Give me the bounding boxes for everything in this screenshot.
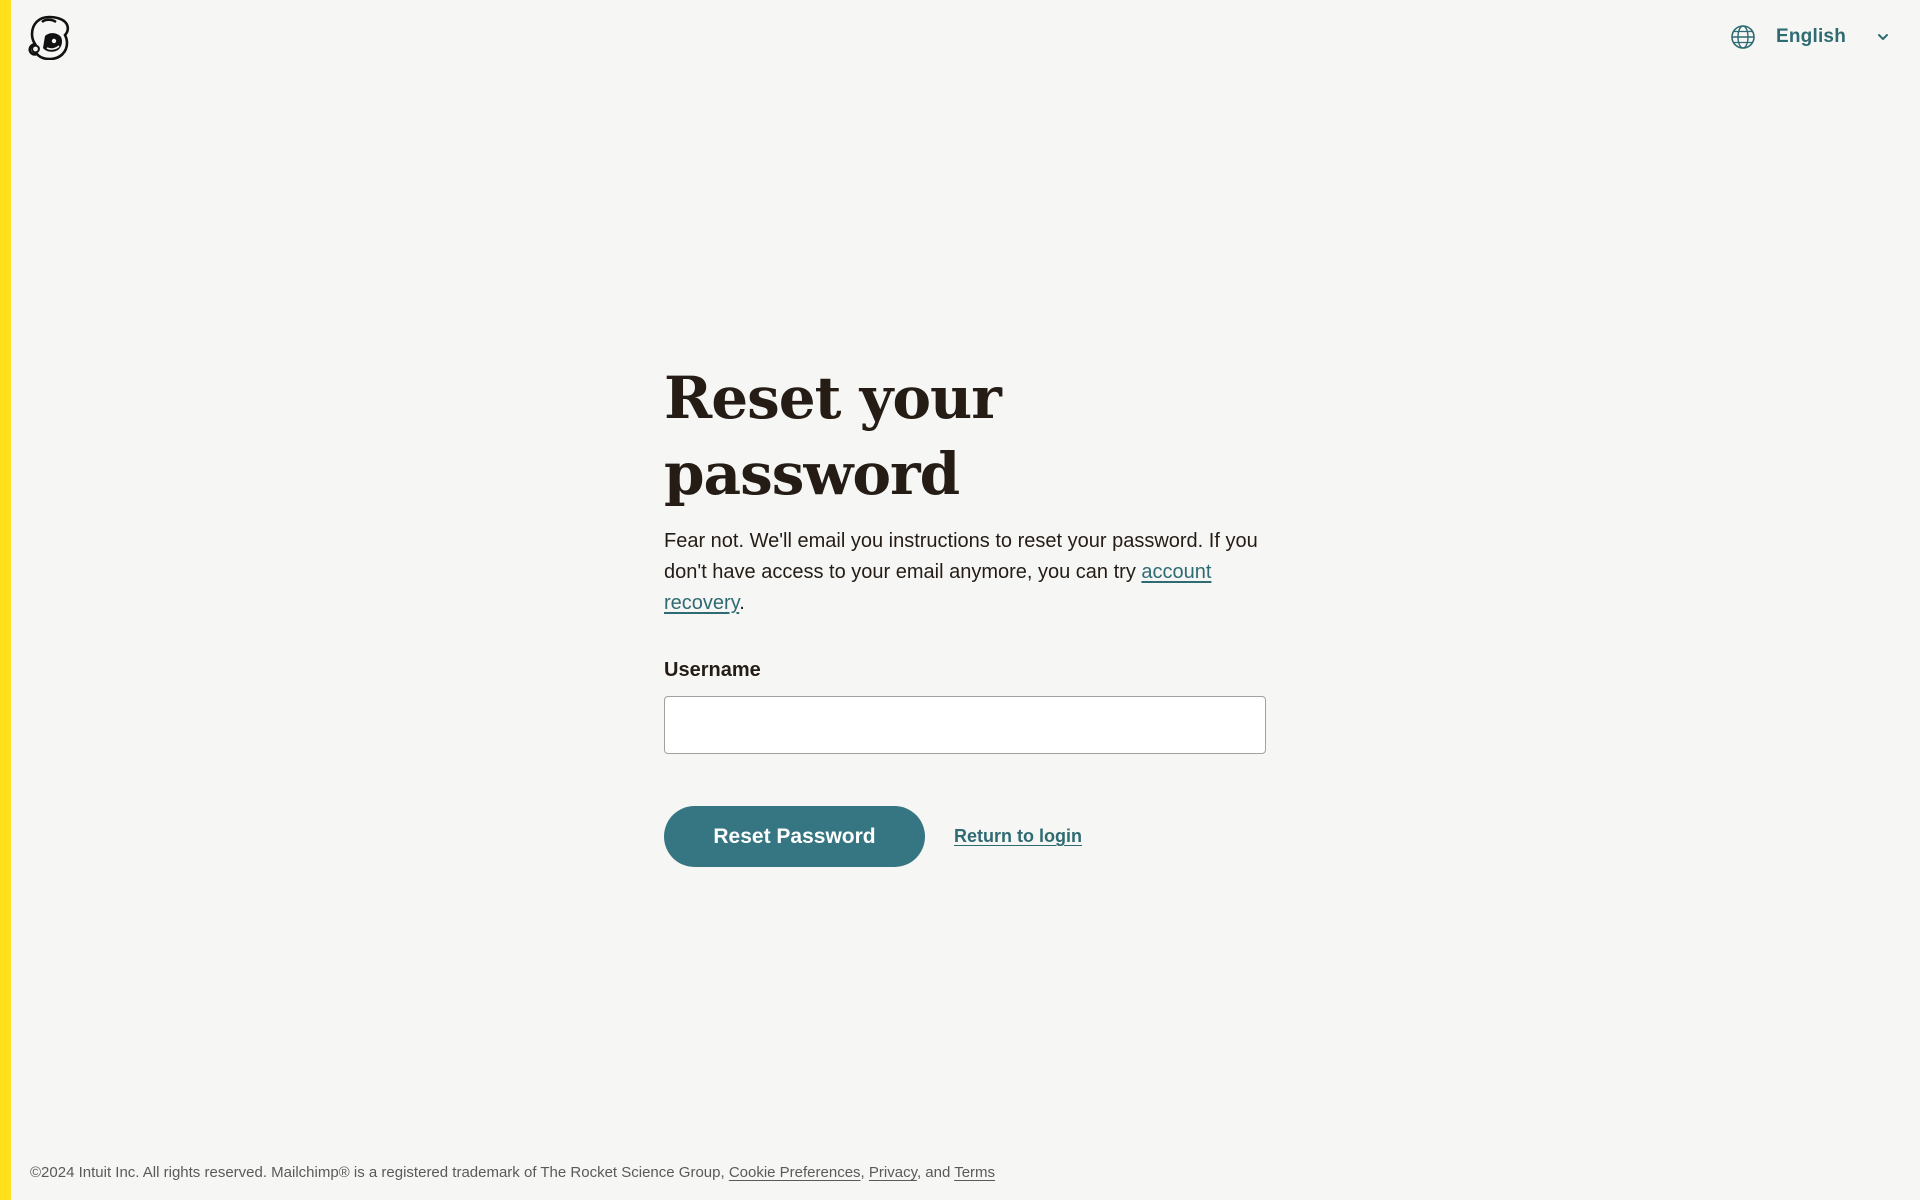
description-end: .	[739, 592, 745, 614]
terms-link[interactable]: Terms	[954, 1164, 995, 1181]
reset-password-form: Reset your password Fear not. We'll emai…	[664, 360, 1268, 867]
description: Fear not. We'll email you instructions t…	[664, 526, 1268, 619]
username-label: Username	[664, 659, 761, 681]
chevron-down-icon	[1878, 34, 1888, 40]
form-actions: Reset Password Return to login	[664, 806, 1268, 867]
mailchimp-logo-icon[interactable]	[27, 14, 71, 60]
footer-text: ©2024 Intuit Inc. All rights reserved. M…	[30, 1164, 729, 1181]
footer-sep: ,	[860, 1164, 869, 1181]
footer: ©2024 Intuit Inc. All rights reserved. M…	[30, 1164, 995, 1181]
globe-icon	[1731, 25, 1755, 49]
language-label: English	[1775, 26, 1846, 47]
reset-password-button[interactable]: Reset Password	[664, 806, 925, 867]
page: English Reset your password Fear not. We…	[0, 0, 1920, 1200]
language-selector[interactable]: English	[1730, 24, 1890, 50]
footer-sep: , and	[916, 1164, 955, 1181]
cookie-preferences-link[interactable]: Cookie Preferences	[729, 1164, 861, 1181]
username-input[interactable]	[664, 696, 1266, 754]
privacy-link[interactable]: Privacy	[869, 1164, 917, 1181]
page-title: Reset your password	[664, 364, 1002, 508]
accent-bar	[0, 0, 11, 1200]
return-to-login-link[interactable]: Return to login	[954, 826, 1082, 847]
